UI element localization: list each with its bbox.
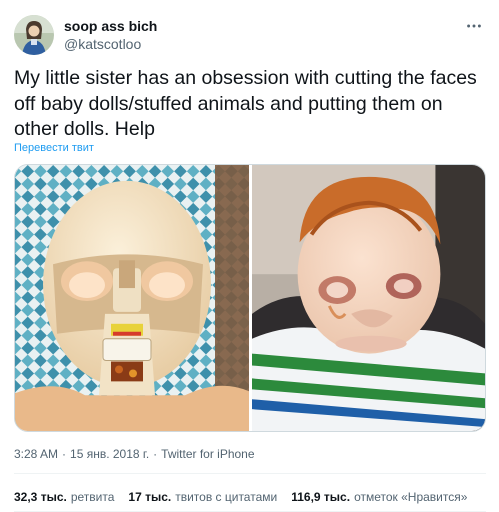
- tweet-stats: 32,3 тыс. ретвита 17 тыс. твитов с цитат…: [14, 489, 481, 505]
- meta-separator: ·: [153, 447, 158, 461]
- meta-separator: ·: [62, 447, 67, 461]
- tweet-date[interactable]: 15 янв. 2018 г.: [70, 446, 149, 462]
- more-horizontal-icon[interactable]: [464, 16, 484, 36]
- quotes-count: 17 тыс.: [128, 490, 172, 504]
- quote-tweets-stat[interactable]: 17 тыс. твитов с цитатами: [128, 489, 277, 505]
- likes-count: 116,9 тыс.: [291, 490, 351, 504]
- retweets-stat[interactable]: 32,3 тыс. ретвита: [14, 489, 114, 505]
- author-names: soop ass bich @katscotloo: [64, 17, 157, 53]
- tweet-time[interactable]: 3:28 AM: [14, 446, 58, 462]
- doll-without-face-photo[interactable]: [15, 165, 249, 431]
- divider: [14, 473, 486, 474]
- tweet-media: [14, 164, 486, 432]
- avatar[interactable]: [14, 15, 54, 55]
- tweet-source[interactable]: Twitter for iPhone: [161, 446, 254, 462]
- user-handle[interactable]: @katscotloo: [64, 35, 157, 53]
- likes-label: отметок «Нравится»: [354, 490, 468, 504]
- tweet-text: My little sister has an obsession with c…: [14, 67, 477, 140]
- retweets-label: ретвита: [70, 490, 115, 504]
- tweet-meta: 3:28 AM · 15 янв. 2018 г. · Twitter for …: [14, 446, 255, 462]
- translate-tweet-link[interactable]: Перевести твит: [14, 141, 94, 155]
- tweet-header: soop ass bich @katscotloo: [14, 14, 486, 56]
- likes-stat[interactable]: 116,9 тыс. отметок «Нравится»: [291, 489, 467, 505]
- quotes-label: твитов с цитатами: [175, 490, 278, 504]
- baby-doll-with-face-photo[interactable]: [252, 165, 485, 431]
- tweet-card: soop ass bich @katscotloo My little sist…: [0, 0, 499, 512]
- retweets-count: 32,3 тыс.: [14, 490, 67, 504]
- avatar-image: [14, 15, 54, 55]
- display-name[interactable]: soop ass bich: [64, 17, 157, 35]
